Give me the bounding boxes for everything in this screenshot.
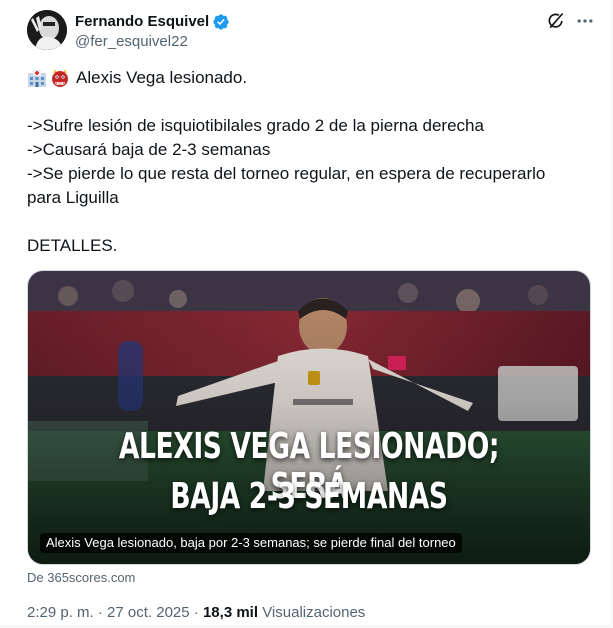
verified-badge-icon	[212, 13, 230, 31]
tweet-headline: Alexis Vega lesionado.	[76, 68, 248, 87]
tweet-line: ->Sufre lesión de isquiotibilales grado …	[27, 116, 484, 135]
views-count: 18,3 mil	[202, 604, 259, 621]
author-display-name[interactable]: Fernando Esquivel	[75, 12, 209, 31]
grok-icon	[546, 11, 566, 36]
ogre-emoji-icon	[50, 68, 70, 88]
tweet-footer: DETALLES.	[27, 236, 118, 255]
link-source[interactable]: De 365scores.com	[27, 570, 135, 586]
more-icon	[575, 11, 595, 36]
news-photo	[28, 271, 590, 564]
meta-separator: ·	[193, 604, 199, 621]
image-headline-line2: BAJA 2-3 SEMANAS	[170, 476, 448, 517]
link-card-caption[interactable]: Alexis Vega lesionado, baja por 2-3 sema…	[40, 533, 462, 553]
tweet-line: para Liguilla	[27, 188, 119, 207]
avatar[interactable]	[27, 10, 67, 50]
tweet-date[interactable]: 27 oct. 2025	[107, 604, 190, 621]
tweet-headline-row: Alexis Vega lesionado.	[27, 66, 587, 90]
tweet-card: Fernando Esquivel @fer_esquivel22 Alexis…	[0, 0, 612, 627]
hospital-emoji-icon	[27, 68, 47, 88]
tweet-line: ->Causará baja de 2-3 semanas	[27, 140, 271, 159]
author-handle[interactable]: @fer_esquivel22	[75, 33, 188, 51]
tweet-text: Alexis Vega lesionado. ->Sufre lesión de…	[27, 66, 587, 258]
tweet-metadata: 2:29 p. m. · 27 oct. 2025 · 18,3 mil Vis…	[27, 603, 365, 622]
tweet-line: ->Se pierde lo que resta del torneo regu…	[27, 164, 546, 183]
tweet-time[interactable]: 2:29 p. m.	[27, 604, 94, 621]
more-options-button[interactable]	[574, 12, 596, 34]
link-card-image[interactable]: ALEXIS VEGA LESIONADO; SERÁ BAJA 2-3 SEM…	[27, 270, 591, 565]
author-name-row[interactable]: Fernando Esquivel	[75, 12, 230, 31]
views-label: Visualizaciones	[262, 604, 366, 621]
meta-separator: ·	[97, 604, 103, 621]
grok-button[interactable]	[545, 12, 567, 34]
